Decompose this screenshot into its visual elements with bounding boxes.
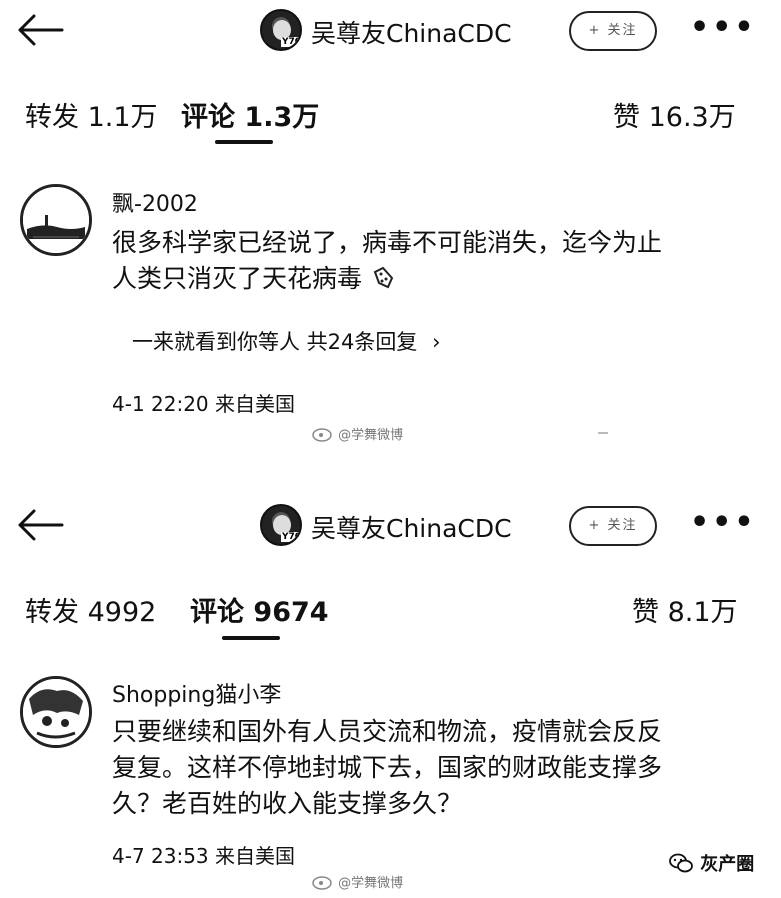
weibo-watermark-text: @学舞微博: [338, 876, 404, 891]
weibo-watermark-text: @学舞微博: [338, 428, 404, 443]
tab-repost[interactable]: 转发 4992: [25, 590, 156, 629]
comment-location: 来自美国: [215, 392, 296, 416]
tab-comment-label: 评论: [190, 597, 244, 628]
comment-text-line-2: 人类只消灭了天花病毒: [112, 261, 396, 297]
tab-active-indicator: [222, 636, 280, 640]
comment-meta: 4-1 22:20 来自美国: [112, 388, 295, 417]
page-title: 吴尊友ChinaCDC: [311, 19, 512, 48]
comment-location: 来自美国: [215, 844, 296, 868]
comment-text-line-2-content: 人类只消灭了天花病毒: [112, 264, 363, 293]
avatar-illustration-image: [23, 679, 89, 745]
weibo-watermark: @学舞微博: [312, 424, 403, 443]
comment-time: 4-1 22:20: [112, 392, 209, 416]
weibo-logo-icon: [312, 428, 332, 442]
virus-icon: [373, 266, 394, 289]
more-dots-icon[interactable]: •••: [690, 13, 757, 43]
wechat-icon: [669, 853, 693, 873]
comment-text-line-3: 久？老百姓的收入能支撑多久？: [112, 789, 463, 818]
tab-like-count: 8.1万: [667, 597, 738, 628]
comment-text-line-1: 只要继续和国外有人员交流和物流，疫情就会反反: [112, 717, 663, 746]
tab-comment-label: 评论: [181, 102, 235, 133]
commenter-avatar[interactable]: [20, 676, 92, 748]
page-title: 吴尊友ChinaCDC: [311, 514, 512, 543]
reply-thread-text: 一来就看到你等人 共24条回复: [132, 330, 418, 354]
comment-text-line-1: 很多科学家已经说了，病毒不可能消失，迄今为止: [112, 228, 663, 257]
back-arrow-icon[interactable]: [16, 509, 64, 541]
brand-watermark: 灰产圈: [668, 850, 754, 876]
reply-thread-link[interactable]: 一来就看到你等人 共24条回复 ›: [132, 326, 441, 356]
tab-like-count: 16.3万: [648, 102, 736, 133]
comment-meta: 4-7 23:53 来自美国: [112, 840, 295, 869]
more-dots-icon[interactable]: •••: [690, 508, 757, 538]
author-avatar[interactable]: Y70: [260, 9, 302, 51]
chevron-right-icon: ›: [432, 330, 441, 354]
tab-repost-count: 1.1万: [87, 102, 158, 133]
tab-comment-count: 1.3万: [244, 102, 320, 133]
follow-button[interactable]: + 关注: [569, 11, 657, 51]
comment-username[interactable]: 飘-2002: [112, 186, 198, 218]
tab-like[interactable]: 赞 16.3万: [613, 95, 736, 134]
tab-comment[interactable]: 评论 9674: [190, 590, 329, 629]
comment-username[interactable]: Shopping猫小李: [112, 677, 281, 709]
comment-time: 4-7 23:53: [112, 844, 209, 868]
weibo-logo-icon: [312, 876, 332, 890]
back-arrow-icon[interactable]: [16, 14, 64, 46]
tab-repost-label: 转发: [25, 102, 79, 133]
scan-artifact: [598, 432, 608, 434]
tab-active-indicator: [215, 140, 273, 144]
tab-repost-label: 转发: [25, 597, 79, 628]
brand-watermark-text: 灰产圈: [700, 854, 755, 875]
author-avatar[interactable]: Y70: [260, 504, 302, 546]
tab-like-label: 赞: [613, 102, 640, 133]
tab-comment[interactable]: 评论 1.3万: [181, 95, 319, 134]
comment-text-line-2: 复复。这样不停地封城下去，国家的财政能支撑多: [112, 753, 663, 782]
tab-repost[interactable]: 转发 1.1万: [25, 95, 158, 134]
tab-like[interactable]: 赞 8.1万: [632, 590, 738, 629]
tab-like-label: 赞: [632, 597, 659, 628]
commenter-avatar[interactable]: [20, 184, 92, 256]
tab-repost-count: 4992: [87, 597, 157, 628]
avatar-landscape-image: [23, 187, 89, 253]
follow-button[interactable]: + 关注: [569, 506, 657, 546]
weibo-watermark: @学舞微博: [312, 872, 403, 891]
tab-comment-count: 9674: [253, 597, 329, 628]
